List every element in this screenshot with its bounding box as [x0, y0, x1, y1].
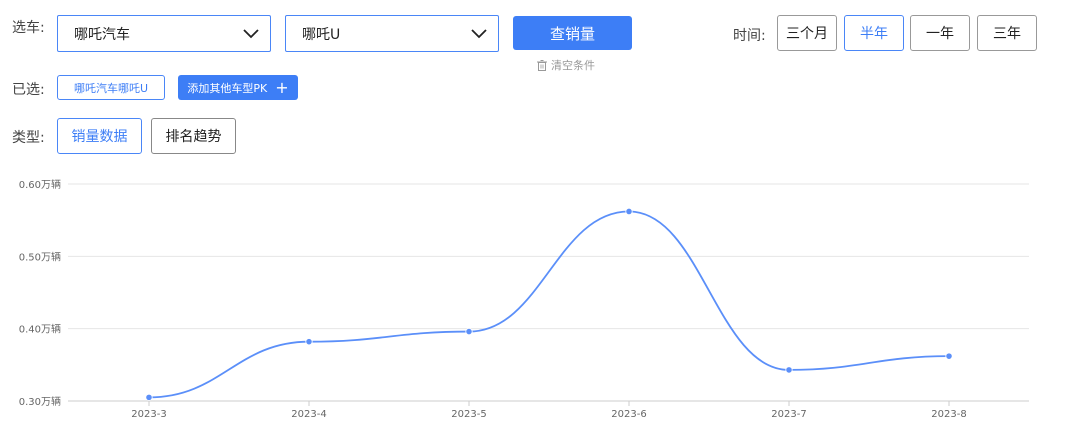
- y-tick-label: 0.40万辆: [19, 323, 61, 336]
- x-tick-label: 2023-7: [771, 409, 806, 420]
- data-point: [785, 366, 793, 374]
- sales-query-page: 选车: 哪吒汽车 哪吒U 查销量 清空条件 时间: 三个月 半年 一年 三年 已…: [0, 0, 1080, 448]
- data-point: [945, 352, 953, 360]
- data-point: [465, 327, 473, 336]
- x-tick-label: 2023-4: [291, 409, 326, 420]
- x-tick-label: 2023-8: [931, 409, 966, 420]
- y-tick-label: 0.50万辆: [19, 250, 61, 263]
- x-tick-label: 2023-5: [451, 409, 486, 420]
- y-tick-label: 0.60万辆: [19, 178, 61, 191]
- x-tick-label: 2023-6: [611, 409, 646, 420]
- series-line: [148, 210, 950, 399]
- sales-line-chart: 0.60万辆 0.50万辆 0.40万辆 0.30万辆 2023-3 2023-4 2023…: [19, 178, 1029, 420]
- data-point: [305, 338, 313, 346]
- data-point: [145, 393, 153, 401]
- x-tick-label: 2023-3: [131, 409, 166, 420]
- data-point: [625, 207, 633, 216]
- y-tick-label: 0.30万辆: [19, 395, 61, 408]
